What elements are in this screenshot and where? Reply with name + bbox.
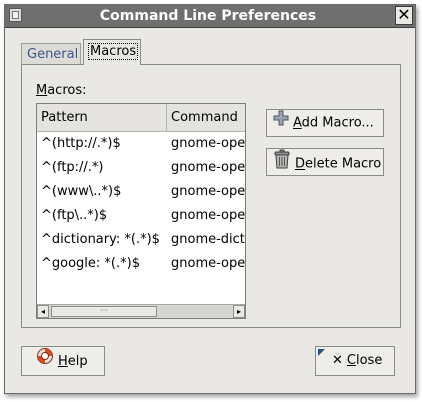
window-title: Command Line Preferences [99,8,317,24]
delete-macro-mnemonic: D [295,156,306,172]
macros-table[interactable]: Pattern Command ^(http://.*)$ gnome-ope … [36,103,246,319]
pattern-cell: ^(ftp\..*)$ [41,208,108,223]
table-row[interactable]: ^(ftp://.*) gnome-ope [37,156,245,180]
window-menu-icon[interactable] [9,8,22,22]
table-row[interactable]: ^dictionary: *(.*)$ gnome-dict [37,228,245,252]
scroll-right-arrow-icon[interactable]: ▸ [233,305,245,318]
command-cell: gnome-ope [171,256,245,271]
pattern-cell: ^(ftp://.*) [41,160,104,175]
tab-general-label: General [27,47,79,62]
add-macro-button[interactable]: Add Macro... [266,109,384,137]
help-label: elp [67,354,88,369]
command-cell: gnome-ope [171,184,245,199]
pattern-cell: ^(http://.*)$ [41,136,121,151]
column-header-pattern[interactable]: Pattern [37,104,167,132]
macros-heading: Macros: [36,83,87,98]
close-label: lose [355,353,383,368]
table-row[interactable]: ^google: *(.*)$ gnome-ope [37,252,245,276]
lifebuoy-icon [36,347,54,376]
scroll-left-arrow-icon[interactable]: ◂ [37,305,49,318]
close-mnemonic: C [346,353,356,368]
default-button-indicator [318,349,325,356]
title-bar[interactable]: Command Line Preferences ✕ [5,5,415,28]
delete-macro-button[interactable]: Delete Macro [266,148,384,176]
horizontal-scrollbar[interactable]: ◂ ··· ▸ [37,304,245,318]
tab-macros-label: Macros [87,43,139,60]
add-macro-mnemonic: A [293,115,302,131]
column-header-command[interactable]: Command [167,104,245,132]
help-button[interactable]: Help [21,346,105,376]
tab-general[interactable]: General [21,43,81,65]
preferences-dialog: Command Line Preferences ✕ General Macro… [4,4,416,394]
pattern-cell: ^google: *(.*)$ [41,256,140,271]
table-row[interactable]: ^(www\..*)$ gnome-ope [37,180,245,204]
table-header: Pattern Command [37,104,245,132]
command-cell: gnome-ope [171,136,245,151]
table-body: ^(http://.*)$ gnome-ope ^(ftp://.*) gnom… [37,132,245,300]
table-row[interactable]: ^(http://.*)$ gnome-ope [37,132,245,156]
trash-icon [273,149,291,179]
tab-macros[interactable]: Macros [83,39,141,65]
pattern-cell: ^dictionary: *(.*)$ [41,232,160,247]
command-cell: gnome-dict [171,232,245,247]
close-icon: ✕ [332,353,343,368]
plus-icon [273,110,289,136]
scrollbar-thumb[interactable]: ··· [51,306,157,317]
macros-panel: Macros: Pattern Command ^(http://.*)$ gn… [21,64,401,328]
table-row[interactable]: ^(ftp\..*)$ gnome-ope [37,204,245,228]
command-cell: gnome-ope [171,208,245,223]
window-close-button[interactable]: ✕ [395,6,413,25]
add-macro-label: dd Macro... [301,115,374,131]
pattern-cell: ^(www\..*)$ [41,184,122,199]
command-cell: gnome-ope [171,160,245,175]
help-mnemonic: H [58,354,68,369]
macros-heading-mnemonic: M [36,83,48,98]
delete-macro-label: elete Macro [305,156,382,172]
close-button[interactable]: ✕ Close [315,346,395,376]
macros-heading-rest: acros: [47,83,87,98]
